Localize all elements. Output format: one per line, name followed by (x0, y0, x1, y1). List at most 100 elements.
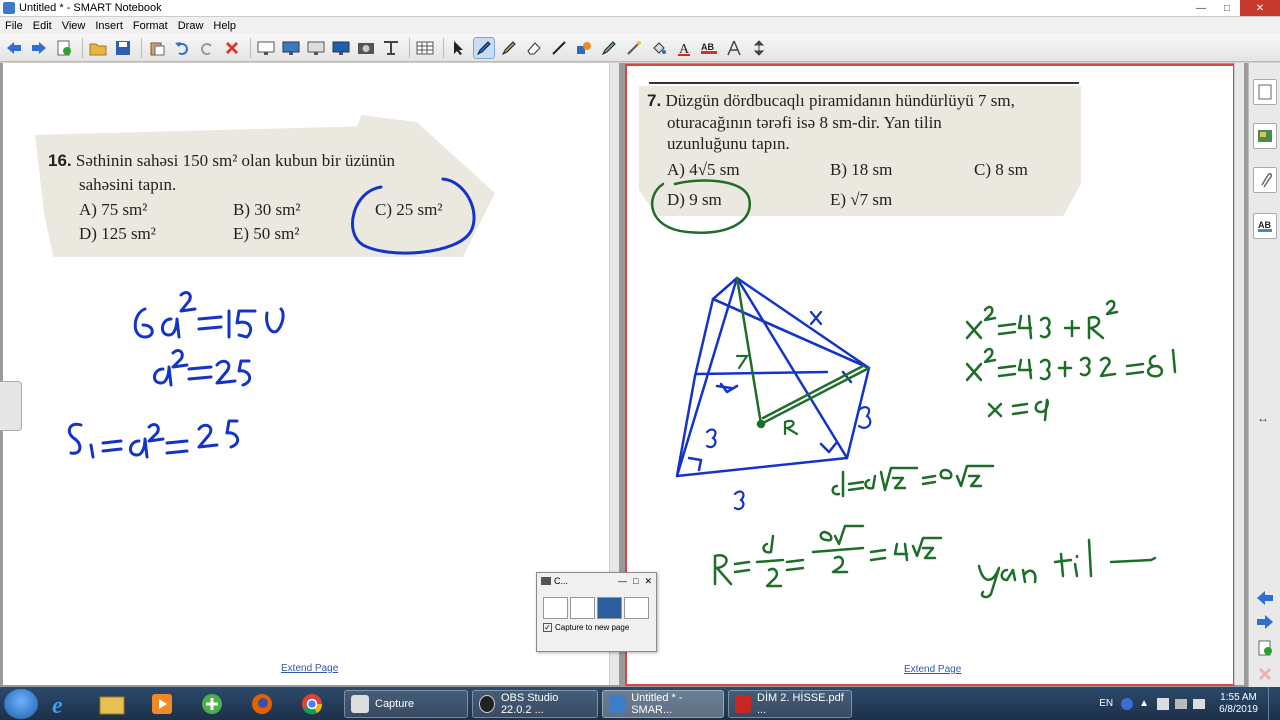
smart-notebook-icon (609, 694, 626, 713)
notebook-page-right[interactable]: 7. Düzgün dördbucaqlı piramidanın hündür… (625, 63, 1244, 686)
delete-icon[interactable] (221, 37, 243, 59)
properties-tab-icon[interactable]: AB (1253, 213, 1277, 239)
ink-0 (265, 307, 285, 334)
line-tool-icon[interactable] (548, 37, 570, 59)
ink-S (67, 422, 83, 455)
page-scrollbar-right[interactable] (1234, 63, 1244, 685)
save-icon[interactable] (112, 37, 134, 59)
dual-display-icon[interactable] (305, 37, 327, 59)
capture-minimize-button[interactable]: — (618, 576, 627, 587)
next-page-icon[interactable] (1253, 609, 1277, 635)
clock-time: 1:55 AM (1220, 691, 1257, 703)
action-center-flag-icon[interactable] (1157, 697, 1170, 710)
taskbar-item-capture[interactable]: Capture (344, 689, 468, 718)
smart-notebook-app-icon (3, 2, 15, 14)
extend-page-link-right[interactable]: Extend Page (904, 664, 961, 675)
ink-15 (227, 309, 257, 339)
menu-view[interactable]: View (57, 20, 91, 32)
extend-page-link-left[interactable]: Extend Page (281, 663, 338, 674)
pen-tool-icon[interactable] (473, 36, 495, 59)
back-arrow-icon[interactable] (3, 37, 25, 59)
paste-icon[interactable] (146, 37, 168, 59)
file-explorer-icon[interactable] (94, 690, 130, 718)
close-button[interactable]: ✕ (1240, 0, 1280, 16)
screen-capture-icon[interactable] (597, 597, 622, 619)
add-page-icon[interactable] (53, 37, 75, 59)
taskbar-item-obs[interactable]: OBS Studio 22.0.2 ... (472, 689, 598, 718)
attachments-tab-icon[interactable] (1253, 167, 1277, 193)
capture-dialog-title: C... (554, 576, 569, 586)
start-button[interactable] (4, 688, 38, 719)
taskbar-item-smart-notebook[interactable]: Untitled * - SMAR... (602, 689, 724, 718)
gallery-tab-icon[interactable] (1253, 123, 1277, 149)
internet-explorer-icon[interactable]: e (44, 690, 80, 718)
notebook-page-left[interactable]: 16. Səthinin sahəsi 150 sm² olan kubun b… (3, 63, 619, 685)
capture-mode-buttons (537, 589, 656, 623)
capture-restore-button[interactable]: □ (633, 576, 638, 587)
ink-6 (133, 307, 154, 339)
answer-circle-ink (650, 179, 752, 234)
creative-pen-icon[interactable] (498, 37, 520, 59)
eraser-icon[interactable] (523, 37, 545, 59)
language-indicator[interactable]: EN (1099, 698, 1113, 709)
measurement-tools-icon[interactable] (723, 37, 745, 59)
media-player-icon[interactable] (144, 690, 180, 718)
menu-draw[interactable]: Draw (173, 20, 209, 32)
volume-icon[interactable] (1193, 698, 1206, 709)
ink-a3 (129, 437, 149, 459)
redo-icon[interactable] (196, 37, 218, 59)
previous-page-icon[interactable] (1253, 585, 1277, 611)
move-toolbar-icon[interactable] (748, 37, 770, 59)
fill-icon[interactable] (648, 37, 670, 59)
taskbar-item-pdf[interactable]: DİM 2. HİSSE.pdf ... (728, 689, 852, 718)
smart-notebook-window: Untitled * - SMART Notebook — □ ✕ File E… (0, 0, 1280, 720)
freehand-capture-icon[interactable] (624, 597, 649, 619)
properties-icon[interactable]: AB (698, 37, 720, 59)
capture-to-new-page-checkbox[interactable]: ✓ (543, 623, 552, 632)
chrome-icon[interactable] (294, 690, 330, 718)
full-screen-icon[interactable] (280, 37, 302, 59)
show-hidden-icons-icon[interactable]: ▲ (1139, 698, 1149, 709)
taskbar-item-label: DİM 2. HİSSE.pdf ... (757, 691, 844, 716)
collapse-sidebar-tab[interactable] (0, 381, 22, 431)
menu-insert[interactable]: Insert (90, 20, 128, 32)
help-icon[interactable] (1121, 697, 1134, 710)
window-controls: — □ ✕ (1188, 0, 1280, 16)
clock[interactable]: 1:55 AM 6/8/2019 (1219, 692, 1258, 716)
ink-a2 (153, 365, 173, 387)
menu-file[interactable]: File (0, 20, 28, 32)
menu-help[interactable]: Help (208, 20, 241, 32)
menu-format[interactable]: Format (128, 20, 173, 32)
open-folder-icon[interactable] (87, 37, 109, 59)
capture-close-button[interactable]: ✕ (644, 576, 652, 587)
resize-arrows-icon[interactable]: ↔ (1257, 411, 1269, 425)
magic-pen-icon[interactable] (623, 37, 645, 59)
calculator-icon[interactable] (194, 690, 230, 718)
text-tool-icon[interactable]: A (673, 37, 695, 59)
area-capture-icon[interactable] (543, 597, 568, 619)
forward-arrow-icon[interactable] (28, 37, 50, 59)
shapes-icon[interactable] (573, 37, 595, 59)
page-sorter-tab-icon[interactable] (1253, 79, 1277, 105)
window-capture-icon[interactable] (570, 597, 595, 619)
maximize-button[interactable]: □ (1214, 0, 1240, 16)
select-pointer-icon[interactable] (448, 37, 470, 59)
add-page-side-icon[interactable] (1253, 635, 1277, 661)
firefox-icon[interactable] (244, 690, 280, 718)
show-hide-display-icon[interactable] (330, 37, 352, 59)
capture-to-new-page-option[interactable]: ✓ Capture to new page (537, 623, 656, 632)
shape-recognition-pen-icon[interactable] (598, 37, 620, 59)
menu-edit[interactable]: Edit (28, 20, 57, 32)
network-icon[interactable] (1175, 698, 1188, 709)
screen-shade-icon[interactable] (255, 37, 277, 59)
table-icon[interactable] (414, 37, 436, 59)
show-desktop-button[interactable] (1268, 687, 1280, 720)
camera-icon (351, 694, 369, 713)
camera-capture-icon[interactable] (355, 37, 377, 59)
document-camera-icon[interactable] (380, 37, 402, 59)
system-tray: EN ▲ 1:55 AM 6/8/2019 (1099, 687, 1280, 720)
undo-icon[interactable] (171, 37, 193, 59)
taskbar-item-label: OBS Studio 22.0.2 ... (500, 691, 559, 716)
minimize-button[interactable]: — (1188, 0, 1214, 16)
delete-page-icon[interactable] (1253, 661, 1277, 687)
